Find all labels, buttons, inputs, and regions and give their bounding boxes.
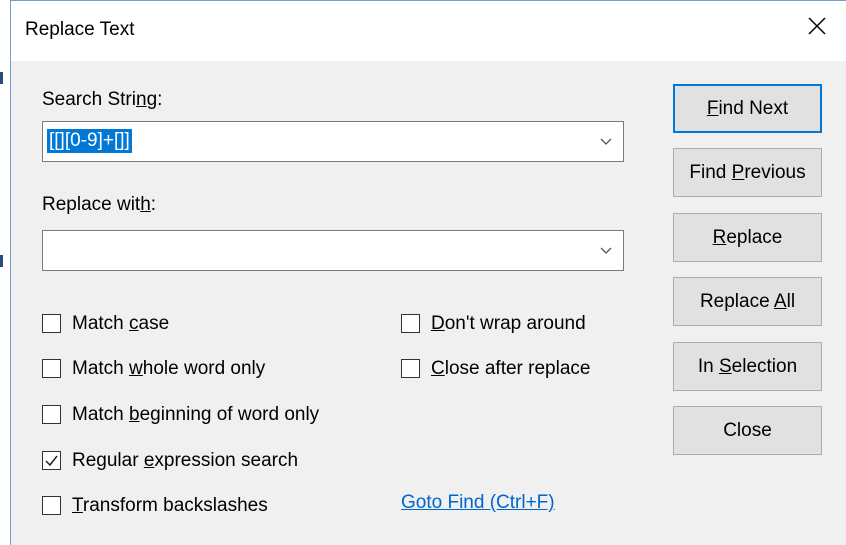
dont-wrap-checkbox[interactable]: [401, 314, 420, 333]
match-case-label[interactable]: Match case: [72, 313, 169, 335]
regex-label[interactable]: Regular expression search: [72, 450, 298, 472]
match-whole-word-label[interactable]: Match whole word only: [72, 358, 265, 380]
transform-backslashes-label[interactable]: Transform backslashes: [72, 495, 268, 517]
search-string-label: Search String:: [42, 89, 163, 110]
dialog-title: Replace Text: [25, 19, 135, 40]
replace-text-dialog: Replace Text Search String: [[][0-9]+[]]…: [10, 0, 846, 545]
search-string-value[interactable]: [[][0-9]+[]]: [47, 129, 132, 153]
chevron-down-icon[interactable]: [599, 243, 613, 257]
replace-with-combobox[interactable]: [42, 230, 624, 271]
goto-find-link[interactable]: Goto Find (Ctrl+F): [401, 492, 555, 514]
close-button[interactable]: Close: [673, 406, 822, 455]
replace-button[interactable]: Replace: [673, 213, 822, 262]
dont-wrap-label[interactable]: Don't wrap around: [431, 313, 586, 335]
match-beginning-label[interactable]: Match beginning of word only: [72, 404, 319, 426]
regex-checkbox[interactable]: [42, 451, 61, 470]
match-case-checkbox[interactable]: [42, 314, 61, 333]
match-whole-word-checkbox[interactable]: [42, 359, 61, 378]
checkmark-icon: [45, 455, 58, 467]
background-window-edge: [0, 255, 3, 267]
replace-all-button[interactable]: Replace All: [673, 277, 822, 326]
find-previous-button[interactable]: Find Previous: [673, 148, 822, 197]
transform-backslashes-checkbox[interactable]: [42, 496, 61, 515]
find-next-button[interactable]: Find Next: [673, 84, 822, 133]
close-icon[interactable]: [806, 15, 828, 37]
match-beginning-checkbox[interactable]: [42, 405, 61, 424]
replace-with-label: Replace with:: [42, 194, 157, 215]
background-window-edge: [0, 72, 3, 84]
search-string-combobox[interactable]: [[][0-9]+[]]: [42, 121, 624, 162]
title-bar: Replace Text: [11, 1, 846, 61]
chevron-down-icon[interactable]: [599, 134, 613, 148]
close-after-replace-label[interactable]: Close after replace: [431, 358, 590, 380]
in-selection-button[interactable]: In Selection: [673, 342, 822, 391]
close-after-replace-checkbox[interactable]: [401, 359, 420, 378]
